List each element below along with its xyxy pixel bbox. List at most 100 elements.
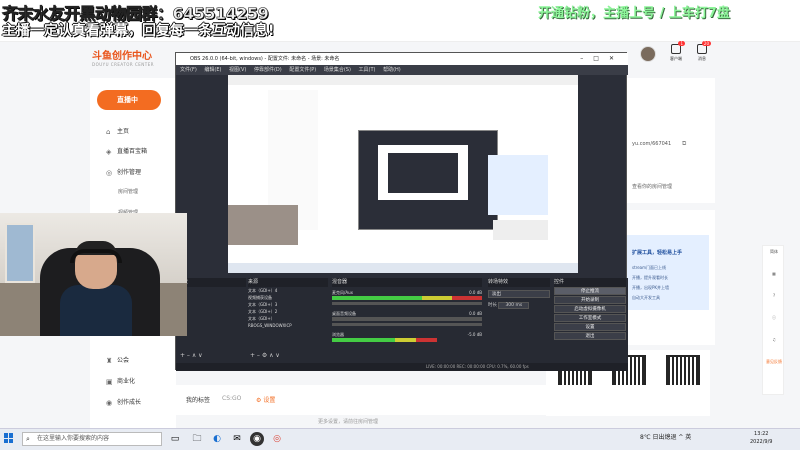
preview-qr-area <box>493 220 548 240</box>
sidebar-item-creation[interactable]: ◎ 创作管理 <box>106 167 141 177</box>
obs-status-bar: LIVE: 00:00:00 REC: 00:00:00 CPU: 0.7%, … <box>176 363 628 371</box>
client-badge: 1 <box>678 41 685 46</box>
sidebar-subitem-room[interactable]: 房间管理 <box>118 188 138 195</box>
start-recording-button[interactable]: 开始录制 <box>554 296 626 304</box>
mixer-channel-db: 0.0 dB <box>469 311 482 316</box>
chrome-icon[interactable]: ◎ <box>270 432 284 446</box>
copy-icon[interactable]: ⧉ <box>682 140 686 148</box>
tools-line: 自动大开发工具 <box>632 295 660 300</box>
menu-docks[interactable]: 停靠部件(D) <box>254 67 282 73</box>
menu-scene-collection[interactable]: 场景集合(S) <box>324 67 351 73</box>
sidebar-item-home[interactable]: ⌂ 主页 <box>106 126 129 136</box>
duration-input[interactable]: 300 ms <box>498 302 530 309</box>
menu-help[interactable]: 帮助(H) <box>383 67 401 73</box>
stream-overlay-notice: 主播一定认真看弹幕，回复每一条互动信息! <box>2 23 275 39</box>
menu-file[interactable]: 文件(F) <box>180 67 197 73</box>
sidebar-item-label: 公会 <box>117 357 130 364</box>
source-row[interactable]: 文本（GDI+）4 <box>248 287 328 294</box>
mail-icon[interactable]: ✉ <box>230 432 244 446</box>
messages-label: 消息 <box>698 56 706 61</box>
exit-button[interactable]: 退出 <box>554 332 626 340</box>
site-logo-subtitle: DOUYU CREATOR CENTER <box>92 62 155 67</box>
more-settings-link[interactable]: 更多设置，请前往房间管理 <box>318 418 378 425</box>
preview-taskbar <box>228 263 578 273</box>
headset-icon[interactable]: ♫ <box>763 334 785 356</box>
info-icon[interactable]: ⓘ <box>763 312 785 334</box>
source-row[interactable]: 文本（GDI+） <box>248 315 328 322</box>
mixer-channel-name: 桌面音频设备 <box>332 311 356 316</box>
audio-meter <box>332 296 482 300</box>
messages-badge: 20 <box>701 41 711 46</box>
source-row[interactable]: 文本（GDI+）3 <box>248 301 328 308</box>
growth-icon: ◉ <box>106 399 113 407</box>
clock-time: 13:22 <box>754 431 769 437</box>
sidebar-item-guild[interactable]: ♜ 公会 <box>106 355 129 365</box>
preview-nested-obs-2 <box>388 153 458 193</box>
tools-banner[interactable]: 扩展工具，轻松易上手 stream门面已上线 开播，提升观看时长 开播，出现PK… <box>627 235 709 310</box>
search-placeholder: 在这里输入你要搜索的内容 <box>37 435 110 442</box>
box-icon: ◈ <box>106 148 112 156</box>
menu-view[interactable]: 视图(V) <box>229 67 246 73</box>
tags-label: 我的标签 <box>186 397 211 404</box>
obs-taskbar-icon[interactable]: ◉ <box>250 432 264 446</box>
guild-icon: ♜ <box>106 357 113 365</box>
system-tray[interactable]: 8℃ 日出熄退 ^ 英 <box>640 432 691 441</box>
tools-card: 扩展工具，轻松易上手 stream门面已上线 开播，提升观看时长 开播，出现PK… <box>627 210 715 345</box>
taskbar-clock[interactable]: 13:22 2022/9/9 <box>750 430 772 446</box>
edge-browser-icon[interactable]: ◐ <box>210 432 224 446</box>
volume-slider[interactable] <box>332 323 482 326</box>
taskbar-search-input[interactable]: ⌕ 在这里输入你要搜索的内容 <box>22 432 162 446</box>
menu-tools[interactable]: 工具(T) <box>359 67 376 73</box>
preview-tools-card <box>488 155 548 215</box>
window-controls[interactable]: –□✕ <box>580 53 624 65</box>
sidebar-item-toolbox[interactable]: ◈ 直播百宝箱 <box>106 146 147 156</box>
sidebar-item-label: 创作管理 <box>117 169 142 176</box>
tools-line: 开播，提升观看时长 <box>632 275 668 280</box>
source-row[interactable]: 文本（GDI+）2 <box>248 308 328 315</box>
task-view-icon[interactable]: ▭ <box>168 432 182 446</box>
feedback-button[interactable]: 意见反馈 <box>763 356 785 378</box>
live-status-button[interactable]: 直播中 <box>97 90 161 110</box>
source-row[interactable]: 视频捕获设备 <box>248 294 328 301</box>
tag-chip[interactable]: CS:GO <box>222 395 241 402</box>
duration-label: 时长 <box>488 303 497 308</box>
scenes-dock-title: 场景 <box>178 278 246 287</box>
sidebar-item-label: 商业化 <box>117 378 136 385</box>
webcam-window <box>5 223 35 283</box>
source-add-remove[interactable]: + – ⚙ ∧ ∨ <box>250 352 280 359</box>
client-download-button[interactable]: 1 客户端 <box>664 41 688 62</box>
mixer-channel-name: 浏览器 <box>332 332 344 337</box>
grid-icon[interactable]: ▦ <box>763 268 785 290</box>
obs-docks: 场景 + – ∧ ∨ 来源 文本（GDI+）4 视频捕获设备 文本（GDI+）3… <box>176 278 628 371</box>
scene-add-remove[interactable]: + – ∧ ∨ <box>180 352 203 359</box>
avatar[interactable] <box>640 46 656 62</box>
messages-button[interactable]: 20 消息 <box>690 41 714 62</box>
sidebar-item-growth[interactable]: ◉ 创作成长 <box>106 397 141 407</box>
studio-mode-button[interactable]: 工作室模式 <box>554 314 626 322</box>
sidebar-item-business[interactable]: ▣ 商业化 <box>106 376 135 386</box>
room-url[interactable]: yu.com/667041 <box>632 141 671 147</box>
stop-streaming-button[interactable]: 停止推流 <box>554 287 626 295</box>
menu-edit[interactable]: 编辑(E) <box>204 67 221 73</box>
settings-button[interactable]: 设置 <box>554 323 626 331</box>
virtual-camera-button[interactable]: 启动虚拟摄像机 <box>554 305 626 313</box>
mixer-channel-db: -5.0 dB <box>467 332 482 337</box>
help-icon[interactable]: ? <box>763 290 785 312</box>
webcam-overlay <box>0 213 187 336</box>
obs-preview-canvas[interactable] <box>228 75 578 273</box>
room-manage-text: 查看你的房间管理 <box>632 184 673 190</box>
windows-start-icon[interactable] <box>4 433 14 443</box>
transition-select[interactable]: 淡出 <box>488 290 550 298</box>
obs-title-bar[interactable]: OBS 26.0.0 (64-bit, windows) - 配置文件: 未命名… <box>176 53 628 65</box>
sources-dock-title: 来源 <box>248 278 328 287</box>
audio-mixer-dock: 混音器 麦克风/Aux 0.0 dB 桌面音频设备 0.0 dB 浏览器 -5.0 d… <box>332 278 482 362</box>
audio-meter <box>332 317 482 321</box>
home-icon: ⌂ <box>106 128 111 136</box>
menu-profile[interactable]: 配置文件(P) <box>289 67 316 73</box>
file-explorer-icon[interactable]: 🗀 <box>190 432 204 446</box>
tools-line: 开播，出现PK并上墙 <box>632 285 670 290</box>
tag-settings-link[interactable]: ⚙ 设置 <box>256 395 275 404</box>
language-toggle[interactable]: 简体 <box>763 246 785 268</box>
volume-slider[interactable] <box>332 302 482 305</box>
source-row[interactable]: RBOGS_WINDOWXICP <box>248 322 328 329</box>
